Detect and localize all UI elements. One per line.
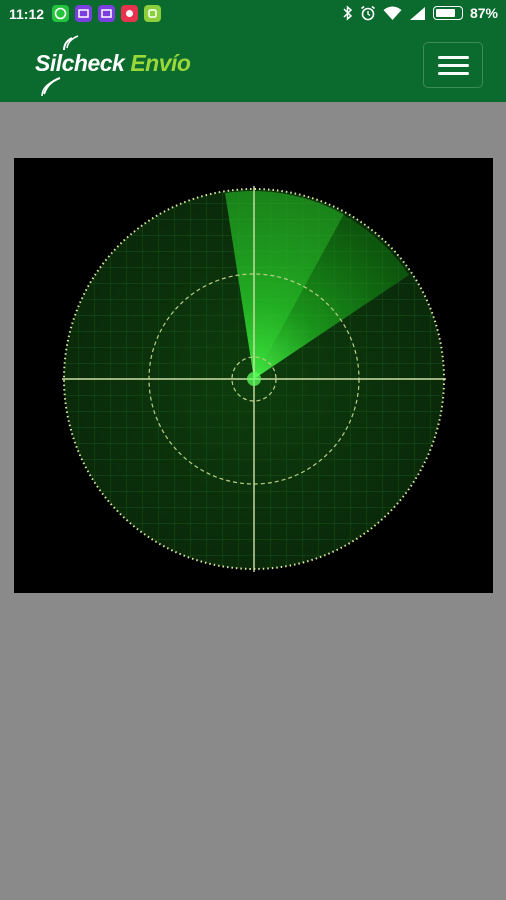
status-time: 11:12 xyxy=(9,6,45,22)
android-icon xyxy=(144,5,161,22)
message-icon xyxy=(75,5,92,22)
status-bar: 11:12 87% xyxy=(0,0,506,29)
bluetooth-icon xyxy=(343,5,353,21)
alarm-icon xyxy=(361,5,375,21)
hamburger-menu-icon xyxy=(438,56,469,59)
radar-display xyxy=(14,158,493,593)
brand-secondary: Envío xyxy=(130,50,191,76)
menu-button[interactable] xyxy=(423,42,483,88)
hamburger-menu-icon xyxy=(438,64,469,67)
radar-canvas xyxy=(62,186,446,572)
brand-logo[interactable]: Silcheck Envío xyxy=(35,50,191,77)
hamburger-menu-icon xyxy=(438,72,469,75)
notification-icons xyxy=(52,5,161,22)
battery-icon xyxy=(432,6,463,20)
wifi-icon xyxy=(383,6,402,20)
battery-level xyxy=(435,9,455,17)
brand-primary: Silcheck xyxy=(35,50,125,76)
app-icon xyxy=(121,5,138,22)
whatsapp-icon xyxy=(52,5,69,22)
battery-percent: 87% xyxy=(469,5,498,21)
message-icon xyxy=(98,5,115,22)
system-icons: 87% xyxy=(343,5,498,21)
radar-center-dot xyxy=(247,372,261,386)
signal-icon xyxy=(409,6,425,20)
